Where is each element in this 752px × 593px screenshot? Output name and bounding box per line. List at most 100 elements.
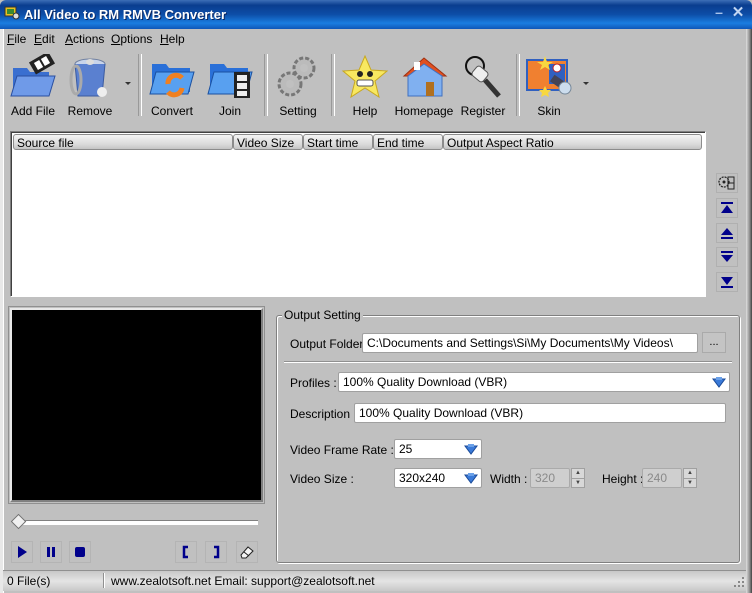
convert-button[interactable]: Convert bbox=[146, 52, 198, 118]
seek-slider-track[interactable] bbox=[18, 520, 258, 525]
frame-rate-dropdown[interactable]: 25 bbox=[394, 439, 482, 459]
minimize-button[interactable]: – bbox=[712, 5, 726, 20]
move-top-icon bbox=[721, 202, 733, 213]
dropdown-arrow-icon bbox=[464, 473, 478, 484]
skin-button[interactable]: Skin bbox=[522, 52, 576, 118]
video-size-dropdown[interactable]: 320x240 bbox=[394, 468, 482, 488]
width-field[interactable]: 320 bbox=[530, 468, 570, 488]
contact-info: www.zealotsoft.net Email: support@zealot… bbox=[111, 574, 375, 588]
menu-help[interactable]: Help bbox=[160, 32, 185, 46]
move-top-button[interactable] bbox=[716, 198, 738, 218]
move-up-button[interactable] bbox=[716, 223, 738, 243]
setting-button[interactable]: Setting bbox=[272, 52, 324, 118]
window-title: All Video to RM RMVB Converter bbox=[24, 7, 227, 22]
spin-down-icon[interactable]: ▼ bbox=[572, 479, 584, 488]
output-divider bbox=[284, 361, 732, 363]
profiles-dropdown[interactable]: 100% Quality Download (VBR) bbox=[338, 372, 730, 392]
trash-can-icon bbox=[69, 58, 107, 97]
properties-button[interactable] bbox=[716, 173, 738, 193]
stop-button[interactable] bbox=[69, 541, 91, 563]
description-field[interactable]: 100% Quality Download (VBR) bbox=[354, 403, 726, 423]
gears-icon bbox=[277, 56, 316, 97]
window-frame-left bbox=[0, 29, 4, 593]
spin-up-icon[interactable]: ▲ bbox=[684, 469, 696, 479]
join-icon bbox=[207, 64, 253, 98]
eraser-icon bbox=[240, 546, 254, 559]
join-label: Join bbox=[218, 104, 241, 118]
column-source-file[interactable]: Source file bbox=[13, 134, 233, 150]
bracket-open-icon bbox=[182, 545, 188, 559]
status-bar: 0 File(s) www.zealotsoft.net Email: supp… bbox=[3, 570, 746, 591]
resize-grip-icon[interactable] bbox=[733, 576, 745, 588]
set-start-button[interactable] bbox=[175, 541, 197, 563]
spin-down-icon[interactable]: ▼ bbox=[684, 479, 696, 488]
file-list[interactable]: Source file Video Size Start time End ti… bbox=[10, 131, 706, 297]
remove-button[interactable]: Remove bbox=[64, 52, 116, 118]
output-setting-legend: Output Setting bbox=[282, 308, 363, 322]
bracket-close-icon bbox=[214, 545, 220, 559]
skin-label: Skin bbox=[537, 104, 561, 118]
setting-label: Setting bbox=[279, 104, 317, 118]
menu-edit[interactable]: Edit bbox=[34, 32, 55, 46]
toolbar-separator bbox=[331, 54, 335, 116]
properties-icon bbox=[718, 176, 735, 190]
column-end-time[interactable]: End time bbox=[373, 134, 443, 150]
convert-label: Convert bbox=[150, 104, 194, 118]
move-down-button[interactable] bbox=[716, 247, 738, 267]
menu-actions[interactable]: Actions bbox=[65, 32, 104, 46]
stop-icon bbox=[75, 547, 85, 557]
height-field[interactable]: 240 bbox=[642, 468, 682, 488]
add-file-button[interactable]: Add File bbox=[6, 52, 60, 118]
play-button[interactable] bbox=[11, 541, 33, 563]
move-bottom-button[interactable] bbox=[716, 272, 738, 292]
help-button[interactable]: Help bbox=[340, 52, 390, 118]
set-end-button[interactable] bbox=[205, 541, 227, 563]
menu-options[interactable]: Options bbox=[111, 32, 152, 46]
seek-slider-thumb[interactable] bbox=[10, 513, 27, 530]
skin-dropdown-arrow[interactable] bbox=[583, 82, 589, 85]
homepage-label: Homepage bbox=[394, 104, 454, 118]
homepage-button[interactable]: Homepage bbox=[394, 52, 454, 118]
video-size-value: 320x240 bbox=[399, 471, 446, 485]
move-bottom-icon bbox=[721, 277, 733, 288]
spin-up-icon[interactable]: ▲ bbox=[572, 469, 584, 479]
menu-file[interactable]: File bbox=[7, 32, 26, 46]
pause-icon bbox=[47, 547, 55, 557]
add-file-label: Add File bbox=[10, 104, 56, 118]
play-icon bbox=[18, 546, 27, 558]
output-folder-field[interactable]: C:\Documents and Settings\Si\My Document… bbox=[362, 333, 698, 353]
toolbar-separator bbox=[264, 54, 268, 116]
clear-button[interactable] bbox=[236, 541, 258, 563]
title-bar: All Video to RM RMVB Converter – ✕ bbox=[0, 0, 752, 29]
browse-button[interactable]: ... bbox=[702, 332, 726, 353]
video-size-label: Video Size : bbox=[290, 472, 354, 486]
pause-button[interactable] bbox=[40, 541, 62, 563]
frame-rate-label: Video Frame Rate : bbox=[290, 443, 394, 457]
column-start-time[interactable]: Start time bbox=[303, 134, 373, 150]
register-button[interactable]: Register bbox=[458, 52, 508, 118]
move-up-icon bbox=[721, 228, 733, 239]
height-spinner[interactable]: ▲ ▼ bbox=[683, 468, 697, 488]
column-video-size[interactable]: Video Size bbox=[233, 134, 303, 150]
dropdown-arrow-icon bbox=[464, 444, 478, 455]
register-label: Register bbox=[460, 104, 506, 118]
description-label: Description : bbox=[290, 407, 357, 421]
video-preview bbox=[10, 308, 263, 502]
join-button[interactable]: Join bbox=[204, 52, 256, 118]
output-folder-label: Output Folder: bbox=[290, 337, 367, 351]
width-spinner[interactable]: ▲ ▼ bbox=[571, 468, 585, 488]
remove-dropdown-arrow[interactable] bbox=[125, 82, 131, 85]
profiles-value: 100% Quality Download (VBR) bbox=[343, 375, 508, 389]
skin-icon bbox=[526, 56, 572, 97]
app-icon bbox=[4, 6, 20, 20]
toolbar-separator bbox=[138, 54, 142, 116]
move-down-icon bbox=[721, 251, 733, 262]
star-help-icon bbox=[341, 54, 389, 99]
key-icon bbox=[465, 56, 501, 98]
profiles-label: Profiles : bbox=[290, 376, 337, 390]
column-output-aspect-ratio[interactable]: Output Aspect Ratio bbox=[443, 134, 702, 150]
frame-rate-value: 25 bbox=[399, 442, 413, 456]
status-separator bbox=[103, 573, 105, 588]
home-icon bbox=[402, 57, 448, 97]
close-button[interactable]: ✕ bbox=[730, 5, 746, 21]
